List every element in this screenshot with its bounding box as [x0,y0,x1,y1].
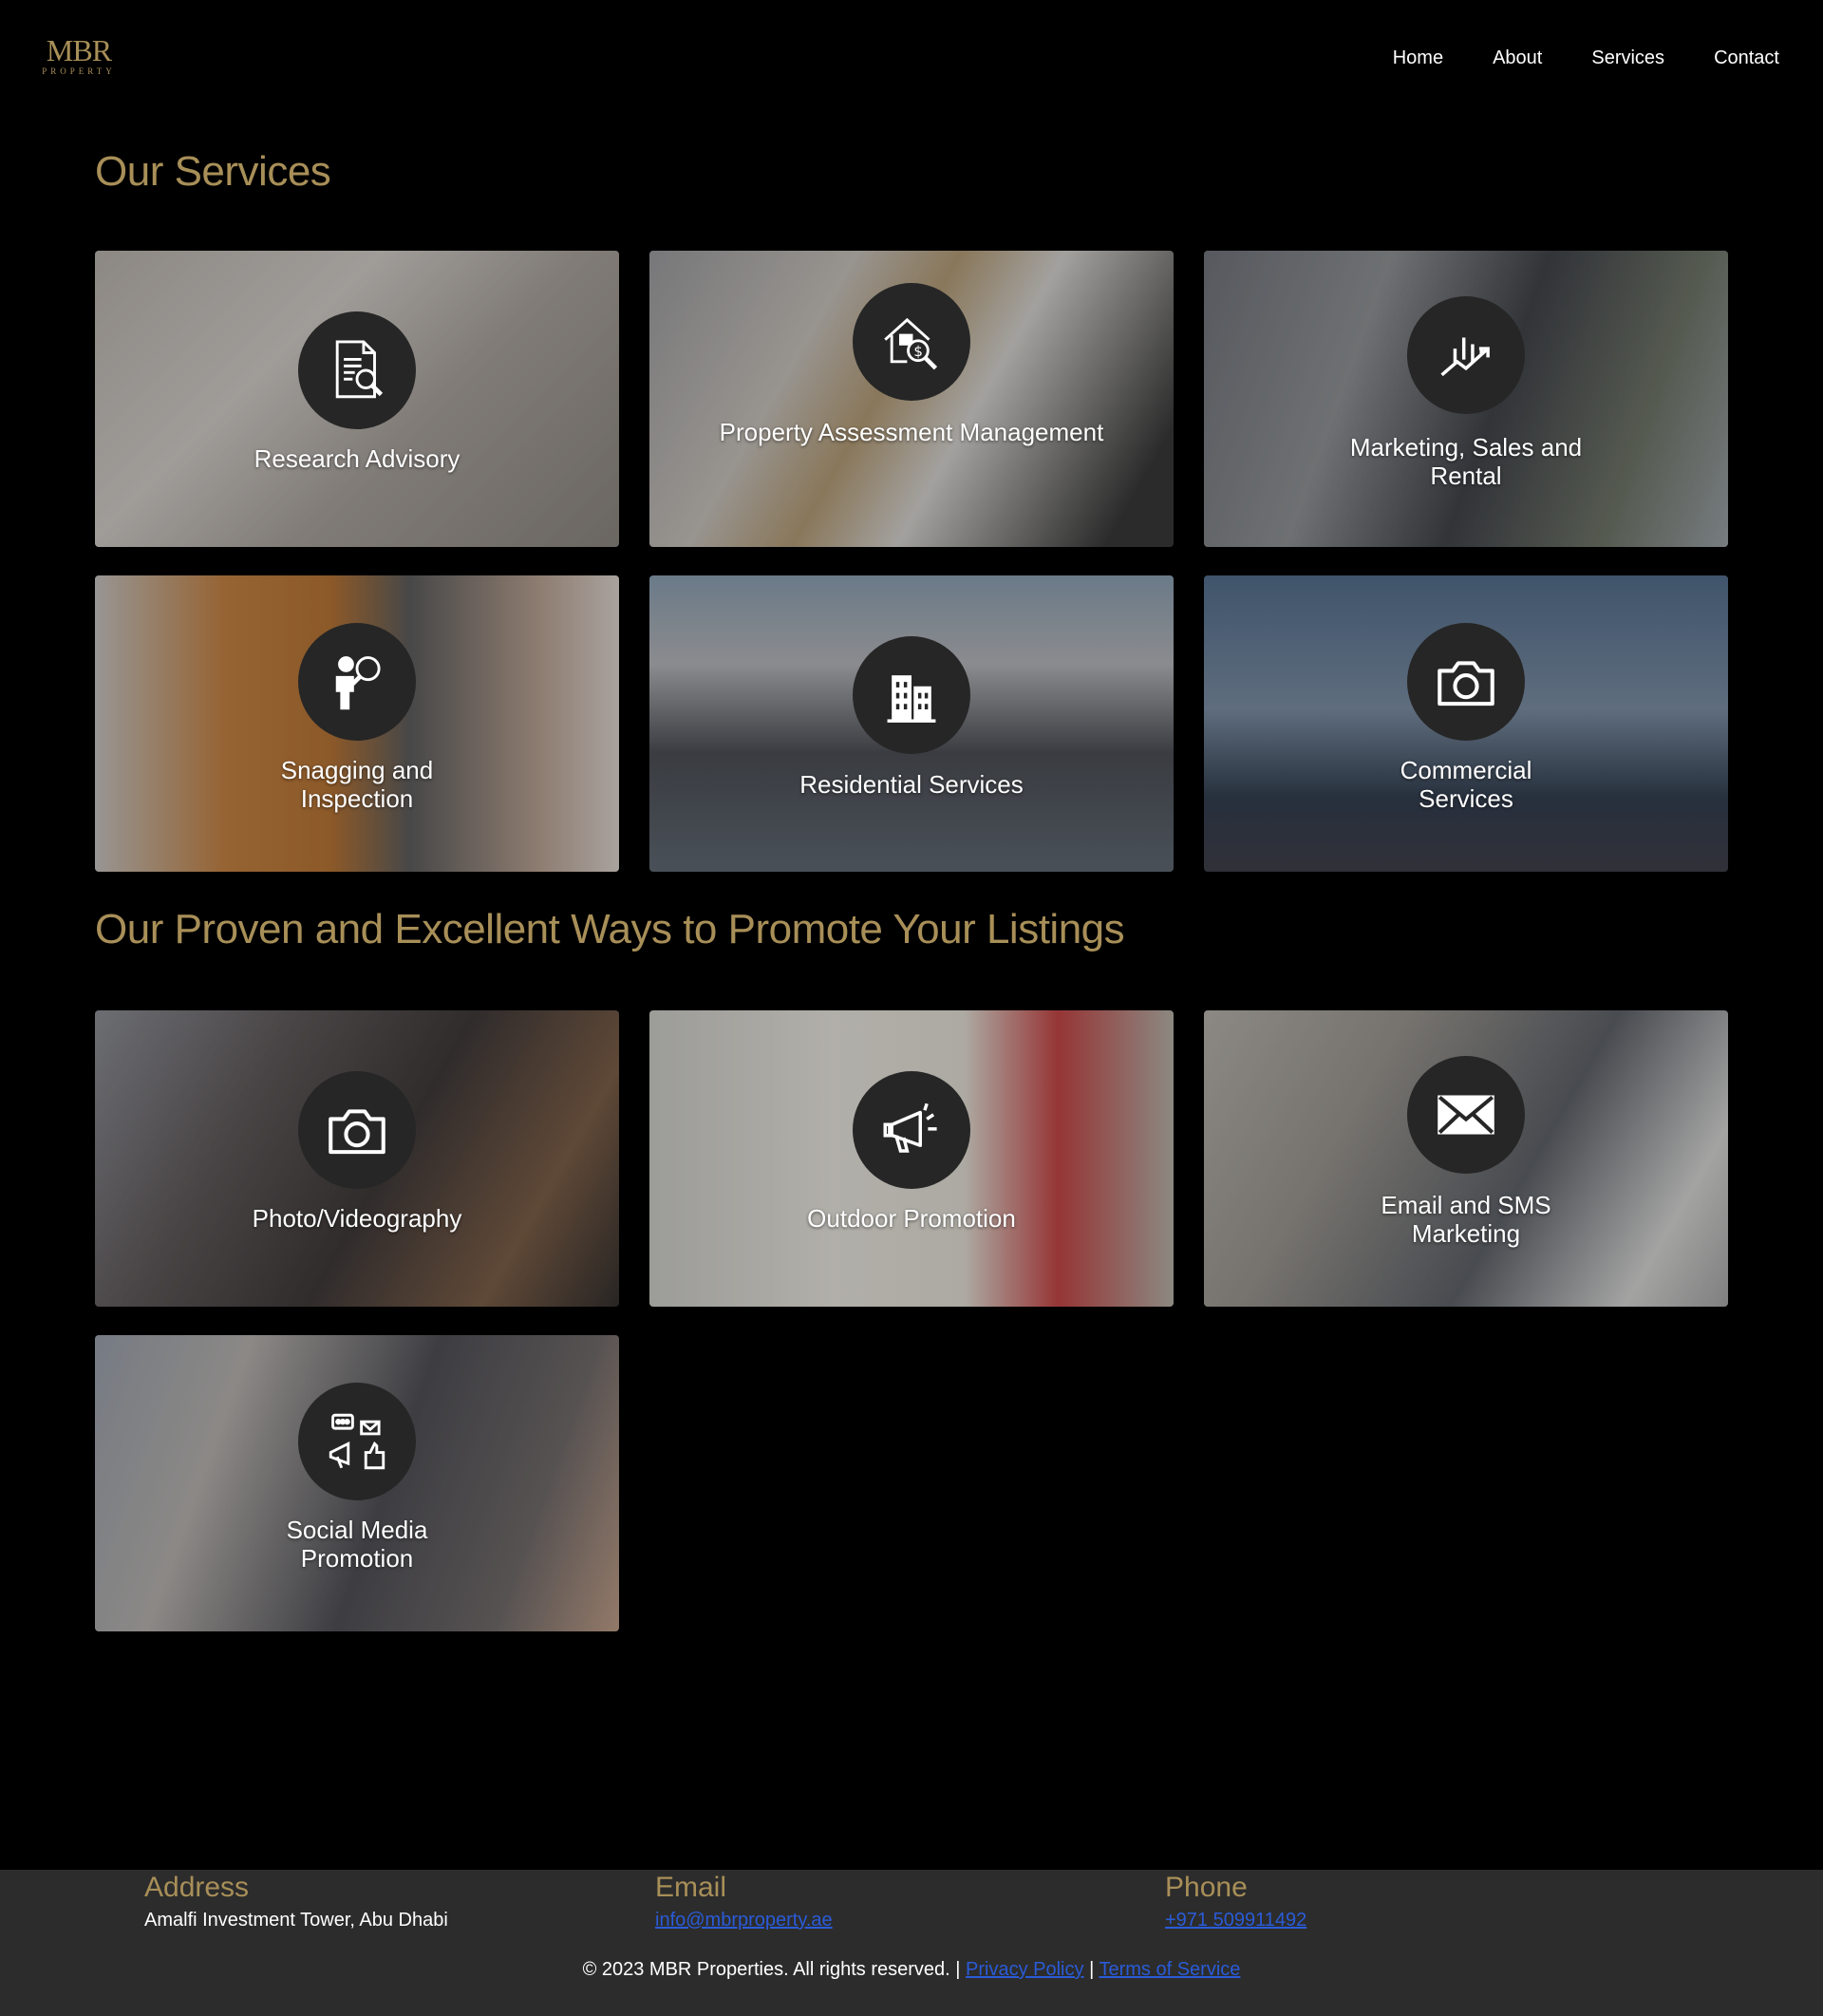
logo-mark: MBR [46,33,112,67]
service-card-residential[interactable]: Residential Services [649,575,1174,872]
footer-separator: | [1089,1959,1095,1980]
promote-heading: Our Proven and Excellent Ways to Promote… [95,906,1125,952]
promo-card-email-sms[interactable]: Email and SMS Marketing [1204,1010,1728,1307]
house-dollar-search-icon: $ [853,283,970,401]
service-card-commercial[interactable]: Commercial Services [1204,575,1728,872]
copyright-line: © 2023 MBR Properties. All rights reserv… [0,1959,1823,1981]
nav-services[interactable]: Services [1591,47,1664,69]
service-label: Commercial Services [1400,756,1532,813]
svg-text:$: $ [913,343,923,360]
service-label: Property Assessment Management [719,418,1104,446]
promo-card-outdoor[interactable]: Outdoor Promotion [649,1010,1174,1307]
brand-logo[interactable]: MBR PROPERTY [36,34,122,76]
service-card-marketing-sales-rental[interactable]: Marketing, Sales and Rental [1204,251,1728,547]
phone-link[interactable]: +971 509911492 [1165,1910,1306,1931]
service-label: Marketing, Sales and Rental [1349,433,1583,490]
copyright-text: © 2023 MBR Properties. All rights reserv… [582,1959,961,1980]
promo-label: Social Media Promotion [286,1516,428,1573]
service-label: Snagging and Inspection [280,756,434,813]
logo-subtitle: PROPERTY [42,66,116,76]
promo-label: Outdoor Promotion [807,1204,1016,1233]
footer-email: Email info@mbrproperty.ae [655,1872,833,1931]
site-footer: Address Amalfi Investment Tower, Abu Dha… [0,1870,1823,2016]
privacy-policy-link[interactable]: Privacy Policy [966,1959,1083,1980]
envelope-icon [1407,1056,1525,1174]
email-link[interactable]: info@mbrproperty.ae [655,1910,833,1931]
service-card-snagging-inspection[interactable]: Snagging and Inspection [95,575,619,872]
nav-about[interactable]: About [1493,47,1542,69]
service-card-property-assessment[interactable]: $ Property Assessment Management [649,251,1174,547]
service-label: Research Advisory [254,444,460,473]
promo-card-photo-videography[interactable]: Photo/Videography [95,1010,619,1307]
phone-heading: Phone [1165,1872,1248,1903]
growth-chart-icon [1407,296,1525,414]
promo-card-social-media[interactable]: Social Media Promotion [95,1335,619,1631]
email-heading: Email [655,1872,727,1903]
address-heading: Address [144,1872,250,1903]
address-value: Amalfi Investment Tower, Abu Dhabi [144,1910,448,1931]
services-grid: Research Advisory $ Property Assessment … [95,251,1728,872]
service-label: Residential Services [799,770,1024,799]
services-heading: Our Services [95,148,331,195]
nav-contact[interactable]: Contact [1714,47,1779,69]
promo-label: Email and SMS Marketing [1381,1191,1551,1248]
document-search-icon [298,311,416,429]
camera-icon [1407,623,1525,741]
service-card-research-advisory[interactable]: Research Advisory [95,251,619,547]
buildings-icon [853,636,970,754]
main-nav: Home About Services Contact [1393,47,1779,69]
terms-of-service-link[interactable]: Terms of Service [1099,1959,1240,1980]
promo-label: Photo/Videography [252,1204,462,1233]
promotion-grid: Photo/Videography Outdoor Promotion Emai… [95,1010,1728,1631]
footer-address: Address Amalfi Investment Tower, Abu Dha… [144,1872,448,1931]
inspector-magnifier-icon [298,623,416,741]
nav-home[interactable]: Home [1393,47,1443,69]
footer-phone: Phone +971 509911492 [1165,1872,1306,1931]
camera-icon [298,1071,416,1189]
megaphone-icon [853,1071,970,1189]
social-media-icon [298,1383,416,1500]
